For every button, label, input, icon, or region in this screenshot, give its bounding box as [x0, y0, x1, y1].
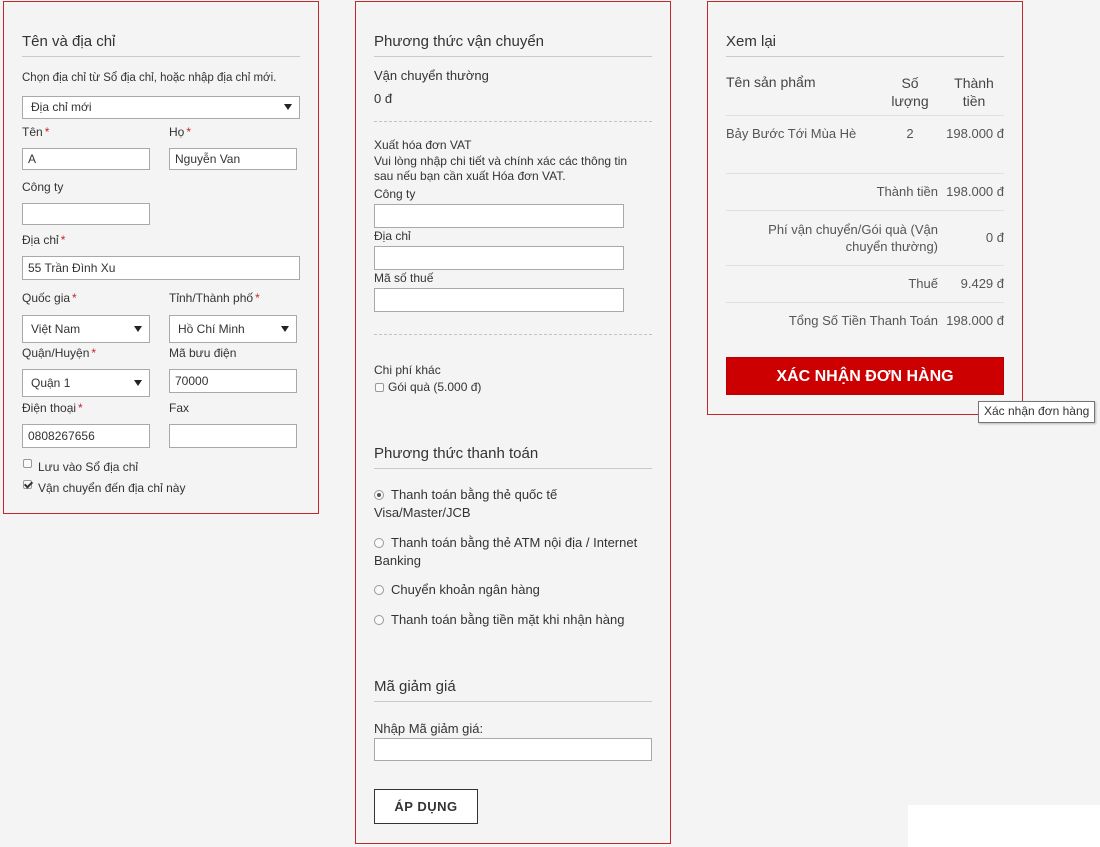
postcode-input[interactable]: 70000	[169, 369, 297, 393]
payment-radio-cod[interactable]	[374, 615, 384, 625]
apply-coupon-button[interactable]: ÁP DỤNG	[374, 789, 478, 824]
shipping-title: Phương thức vận chuyển	[374, 33, 652, 57]
payment-option-card-line1: Thanh toán bằng thẻ quốc tế	[391, 487, 558, 502]
coupon-label: Nhập Mã giảm giá:	[374, 721, 484, 736]
vat-tax-input[interactable]	[374, 288, 624, 312]
first-name-label: Tên *	[22, 125, 50, 139]
country-select[interactable]: Việt Nam	[22, 315, 150, 343]
vat-tax-label: Mã số thuế	[374, 271, 434, 285]
tax-label: Thuế	[908, 276, 938, 291]
ship-here-label: Vận chuyển đến địa chỉ này	[38, 481, 186, 495]
payment-option-card-line2: Visa/Master/JCB	[374, 505, 471, 520]
divider	[726, 265, 1004, 266]
address-title: Tên và địa chỉ	[22, 33, 300, 57]
tax-value: 9.429 đ	[960, 276, 1004, 291]
shipping-method-name: Vận chuyển thường	[374, 68, 489, 83]
payment-radio-card[interactable]	[374, 490, 384, 500]
company-label: Công ty	[22, 180, 64, 194]
district-label: Quận/Huyện *	[22, 346, 97, 360]
address-panel: Tên và địa chỉ Chọn địa chỉ từ Sổ địa ch…	[3, 1, 319, 514]
subtotal-value: 198.000 đ	[946, 184, 1004, 199]
address-book-select-value: Địa chỉ mới	[31, 100, 92, 114]
address-hint: Chọn địa chỉ từ Sổ địa chỉ, hoặc nhập đị…	[22, 72, 277, 84]
other-fees-title: Chi phí khác	[374, 363, 441, 377]
payment-title: Phương thức thanh toán	[374, 445, 652, 469]
vat-company-input[interactable]	[374, 204, 624, 228]
shipping-panel: Phương thức vận chuyển Vận chuyển thường…	[355, 1, 671, 844]
review-panel: Xem lại Tên sản phẩm Số lượng Thành tiền B…	[707, 1, 1023, 415]
coupon-title: Mã giảm giá	[374, 678, 652, 702]
province-label: Tỉnh/Thành phố *	[169, 291, 260, 305]
shipping-fee-label: Phí vận chuyển/Gói quà (Vận chuyển thường…	[768, 222, 938, 254]
grand-total-value: 198.000 đ	[946, 313, 1004, 328]
vat-title: Xuất hóa đơn VAT	[374, 138, 472, 152]
col-total-header: Thành tiền	[954, 75, 994, 109]
company-input[interactable]	[22, 203, 150, 225]
col-qty-header: Số lượng	[891, 75, 929, 109]
payment-option-transfer: Chuyển khoản ngân hàng	[391, 582, 540, 597]
vat-address-input[interactable]	[374, 246, 624, 270]
item-qty: 2	[906, 126, 914, 141]
shipping-fee-value: 0 đ	[985, 230, 1004, 245]
phone-label: Điện thoại *	[22, 401, 83, 415]
last-name-input[interactable]: Nguyễn Van	[169, 148, 297, 170]
payment-option-atm-line1: Thanh toán bằng thẻ ATM nội địa / Intern…	[391, 535, 638, 550]
vat-company-label: Công ty	[374, 187, 416, 201]
fax-input[interactable]	[169, 424, 297, 448]
address-book-select[interactable]: Địa chỉ mới	[22, 96, 300, 119]
country-select-value: Việt Nam	[31, 322, 81, 336]
confirm-order-tooltip: Xác nhận đơn hàng	[978, 401, 1096, 423]
background-patch	[908, 805, 1100, 847]
ship-here-checkbox[interactable]	[23, 480, 32, 489]
chevron-down-icon	[284, 104, 292, 110]
divider	[726, 173, 1004, 174]
divider	[726, 302, 1004, 303]
vat-desc-line2: sau nếu bạn cần xuất Hóa đơn VAT.	[374, 169, 566, 183]
payment-radio-transfer[interactable]	[374, 585, 384, 595]
gift-wrap-label: Gói quà (5.000 đ)	[388, 380, 482, 394]
vat-desc-line1: Vui lòng nhập chi tiết và chính xác các …	[374, 154, 628, 168]
postcode-label: Mã bưu điện	[169, 346, 237, 360]
divider	[374, 334, 652, 335]
last-name-label: Họ *	[169, 125, 192, 139]
vat-address-label: Địa chỉ	[374, 229, 411, 243]
province-select-value: Hồ Chí Minh	[178, 322, 245, 336]
payment-option-atm-line2: Banking	[374, 553, 421, 568]
province-select[interactable]: Hồ Chí Minh	[169, 315, 297, 343]
review-title: Xem lại	[726, 33, 1004, 57]
item-name: Bảy Bước Tới Mùa Hè	[726, 126, 857, 141]
first-name-input[interactable]: A	[22, 148, 150, 170]
subtotal-label: Thành tiền	[876, 184, 938, 199]
chevron-down-icon	[134, 326, 142, 332]
col-product-header: Tên sản phẩm	[726, 74, 816, 90]
divider	[726, 210, 1004, 211]
country-label: Quốc gia *	[22, 291, 77, 305]
save-to-book-label: Lưu vào Sổ địa chỉ	[38, 460, 139, 474]
gift-wrap-checkbox[interactable]	[375, 383, 384, 392]
coupon-input[interactable]	[374, 738, 652, 761]
chevron-down-icon	[281, 326, 289, 332]
chevron-down-icon	[134, 380, 142, 386]
divider	[726, 115, 1004, 116]
street-input[interactable]: 55 Trần Đình Xu	[22, 256, 300, 280]
street-label: Địa chỉ *	[22, 233, 66, 247]
item-total: 198.000 đ	[946, 126, 1004, 141]
confirm-order-button[interactable]: XÁC NHẬN ĐƠN HÀNG	[726, 357, 1004, 395]
save-to-book-checkbox[interactable]	[23, 459, 32, 468]
phone-input[interactable]: 0808267656	[22, 424, 150, 448]
payment-radio-atm[interactable]	[374, 538, 384, 548]
grand-total-label: Tổng Số Tiền Thanh Toán	[788, 313, 938, 328]
payment-option-cod: Thanh toán bằng tiền mặt khi nhận hàng	[391, 612, 625, 627]
district-select-value: Quận 1	[31, 376, 71, 390]
shipping-method-price: 0 đ	[374, 91, 393, 106]
fax-label: Fax	[169, 401, 190, 415]
district-select[interactable]: Quận 1	[22, 369, 150, 397]
divider	[374, 121, 652, 122]
